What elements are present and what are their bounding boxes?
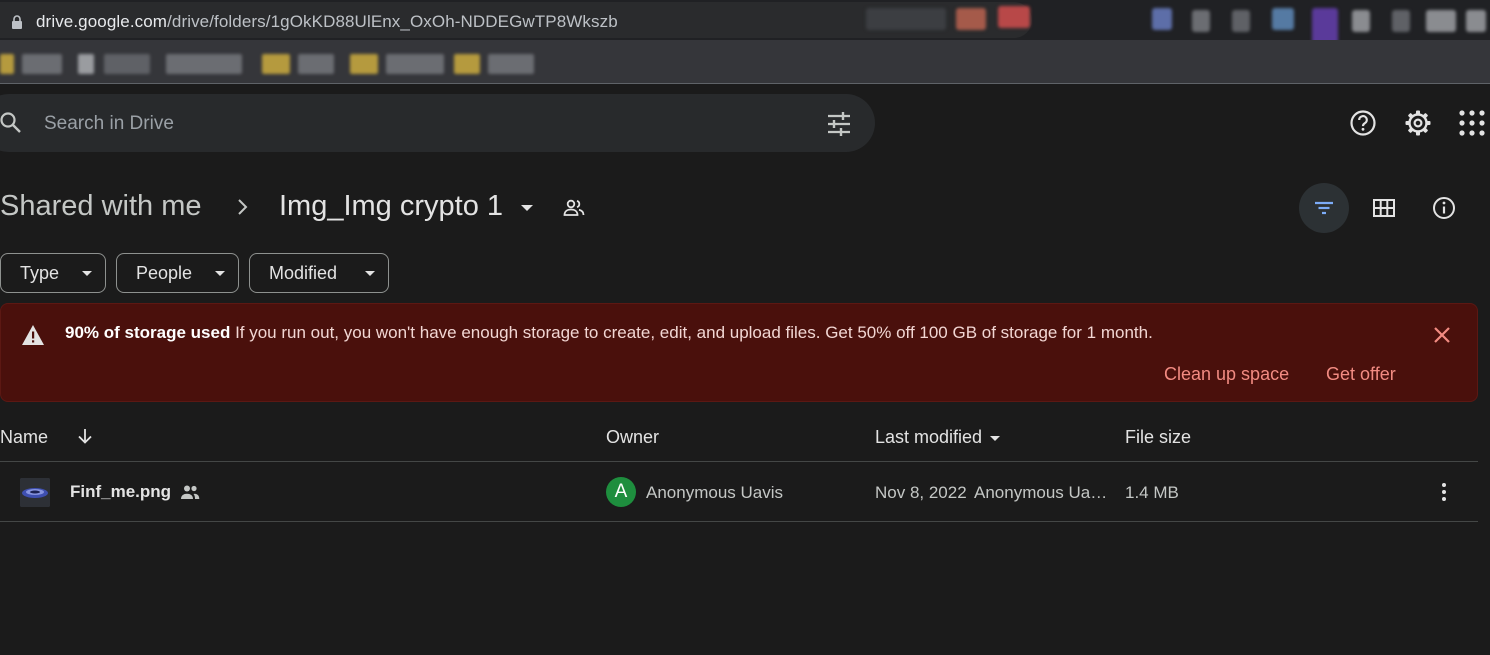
extension-icon[interactable] <box>1232 10 1250 32</box>
bookmark-item[interactable] <box>350 54 378 74</box>
breadcrumb-current-folder[interactable]: Img_Img crypto 1 <box>279 190 503 223</box>
column-header-owner[interactable]: Owner <box>606 427 659 448</box>
table-row[interactable]: Finf_me.png A Anonymous Uavis Nov 8, 202… <box>0 462 1478 521</box>
blurred-region <box>998 6 1030 28</box>
info-icon[interactable] <box>1431 195 1457 221</box>
filter-list-icon <box>1315 201 1333 215</box>
last-modified-by: Anonymous Uavis <box>974 483 1108 502</box>
column-header-last-modified[interactable]: Last modified <box>875 427 1001 448</box>
extension-icon[interactable] <box>1152 8 1172 30</box>
file-name[interactable]: Finf_me.png <box>70 482 171 502</box>
tune-icon[interactable] <box>826 111 852 137</box>
extension-icon[interactable] <box>1192 10 1210 32</box>
get-offer-button[interactable]: Get offer <box>1326 364 1396 385</box>
extension-icon[interactable] <box>1312 8 1338 44</box>
file-thumbnail <box>20 478 50 507</box>
lock-icon <box>12 15 22 29</box>
extension-icon[interactable] <box>1352 10 1370 32</box>
warning-icon <box>22 325 44 345</box>
bookmark-item[interactable] <box>262 54 290 74</box>
settings-icon[interactable] <box>1404 109 1432 137</box>
filter-chip-people[interactable]: People <box>116 253 239 293</box>
shared-people-icon[interactable] <box>562 196 586 220</box>
filter-chip-type[interactable]: Type <box>0 253 106 293</box>
caret-down-icon <box>990 436 1001 441</box>
column-header-label: Last modified <box>875 427 983 447</box>
browser-toolbar: drive.google.com/drive/folders/1gOkKD88U… <box>0 0 1490 44</box>
owner-name: Anonymous Uavis <box>646 483 784 502</box>
bookmark-item[interactable] <box>386 54 444 74</box>
bookmark-item[interactable] <box>78 54 94 74</box>
blurred-region <box>866 8 946 30</box>
bookmark-item[interactable] <box>488 54 534 74</box>
storage-warning-banner: 90% of storage used If you run out, you … <box>0 303 1478 402</box>
shared-people-icon <box>181 485 200 499</box>
last-modified-date: Nov 8, 2022 <box>875 483 967 502</box>
extension-icon[interactable] <box>1272 8 1294 30</box>
column-header-file-size[interactable]: File size <box>1125 427 1191 448</box>
avatar: A <box>606 477 636 507</box>
bookmark-item[interactable] <box>104 54 150 74</box>
caret-down-icon <box>215 271 225 276</box>
bookmark-item[interactable] <box>0 54 14 74</box>
more-vert-icon[interactable] <box>1432 480 1456 504</box>
caret-down-icon <box>82 271 92 276</box>
chevron-right-icon <box>238 199 248 215</box>
caret-down-icon <box>365 271 375 276</box>
clean-up-space-button[interactable]: Clean up space <box>1164 364 1289 385</box>
filter-chip-label: Modified <box>269 262 338 283</box>
filter-chip-modified[interactable]: Modified <box>249 253 389 293</box>
apps-icon[interactable] <box>1458 109 1486 137</box>
bookmark-item[interactable] <box>454 54 480 74</box>
url-text: drive.google.com/drive/folders/1gOkKD88U… <box>36 12 618 31</box>
arrow-down-icon[interactable] <box>75 426 95 446</box>
help-icon[interactable] <box>1349 109 1377 137</box>
search-icon[interactable] <box>0 112 22 134</box>
grid-view-icon[interactable] <box>1371 195 1397 221</box>
bookmarks-bar <box>0 40 1490 84</box>
column-header-name[interactable]: Name <box>0 427 48 448</box>
banner-message: 90% of storage used If you run out, you … <box>65 323 1153 343</box>
filter-chip-label: Type <box>20 262 60 283</box>
close-icon[interactable] <box>1431 324 1453 346</box>
extension-icon[interactable] <box>1426 10 1456 32</box>
drive-header: Search in Drive <box>0 84 1490 164</box>
filter-view-button[interactable] <box>1299 183 1349 233</box>
image-thumbnail-icon <box>20 478 50 507</box>
file-size: 1.4 MB <box>1125 483 1179 502</box>
bookmark-item[interactable] <box>22 54 62 74</box>
banner-title: 90% of storage used <box>65 323 231 342</box>
extension-icon[interactable] <box>1466 10 1486 32</box>
divider <box>0 521 1478 522</box>
extension-icon[interactable] <box>1392 10 1410 32</box>
banner-body: If you run out, you won't have enough st… <box>235 323 1153 342</box>
caret-down-icon[interactable] <box>518 199 536 217</box>
filter-chip-label: People <box>136 262 193 283</box>
bookmark-item[interactable] <box>166 54 242 74</box>
bookmark-item[interactable] <box>298 54 334 74</box>
blurred-region <box>956 8 986 30</box>
search-input[interactable]: Search in Drive <box>44 113 174 135</box>
breadcrumb-shared-with-me[interactable]: Shared with me <box>0 190 202 223</box>
